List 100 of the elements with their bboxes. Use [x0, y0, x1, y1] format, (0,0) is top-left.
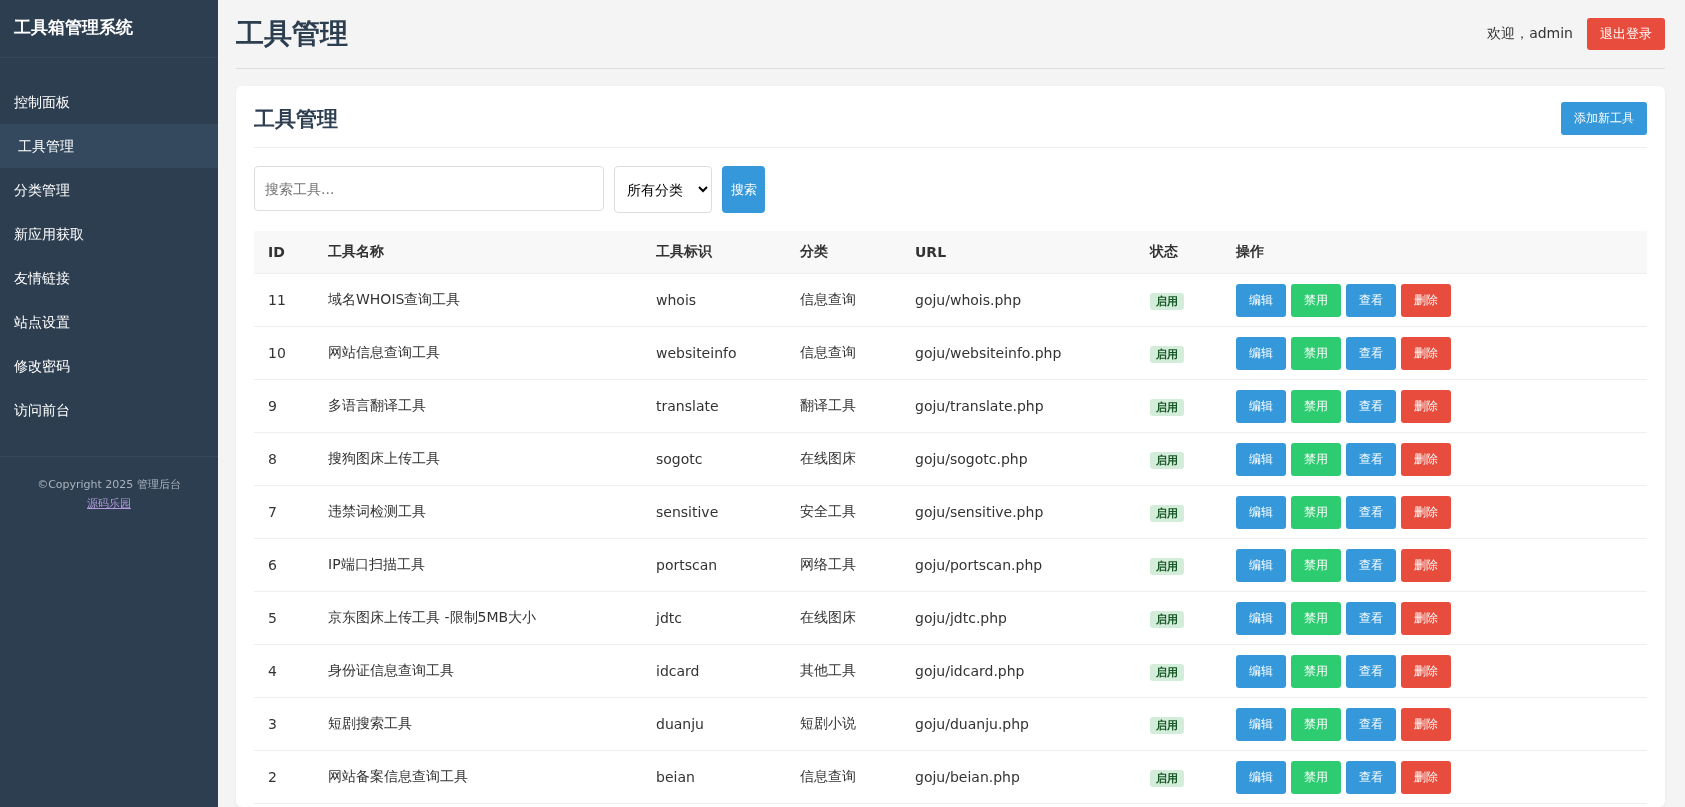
view-button[interactable]: 查看 [1346, 548, 1396, 582]
sidebar-item[interactable]: 分类管理 [0, 168, 218, 212]
table-cell: translate [642, 379, 786, 433]
view-button[interactable]: 查看 [1346, 495, 1396, 529]
table-cell: portscan [642, 538, 786, 592]
table-cell: 11 [254, 273, 314, 327]
table-cell: 京东图床上传工具 -限制5MB大小 [314, 591, 642, 645]
table-cell: 5 [254, 591, 314, 645]
view-button[interactable]: 查看 [1346, 707, 1396, 741]
sidebar-item[interactable]: 友情链接 [0, 256, 218, 300]
add-tool-button[interactable]: 添加新工具 [1561, 102, 1647, 135]
table-cell: 信息查询 [786, 273, 901, 327]
table-cell: 翻译工具 [786, 379, 901, 433]
toggle-button[interactable]: 禁用 [1291, 336, 1341, 370]
table-cell: goju/idcard.php [901, 644, 1136, 698]
table-cell: 2 [254, 750, 314, 804]
toggle-button[interactable]: 禁用 [1291, 495, 1341, 529]
edit-button[interactable]: 编辑 [1236, 495, 1286, 529]
toggle-button[interactable]: 禁用 [1291, 442, 1341, 476]
table-cell: 域名WHOIS查询工具 [314, 273, 642, 327]
table-cell: goju/sogotc.php [901, 432, 1136, 486]
view-button[interactable]: 查看 [1346, 760, 1396, 794]
edit-button[interactable]: 编辑 [1236, 760, 1286, 794]
column-header: URL [901, 231, 1136, 274]
table-cell: 3 [254, 697, 314, 751]
column-header: 操作 [1222, 231, 1647, 274]
search-button[interactable]: 搜索 [722, 166, 765, 213]
toggle-button[interactable]: 禁用 [1291, 654, 1341, 688]
delete-button[interactable]: 删除 [1401, 707, 1451, 741]
table-cell: 违禁词检测工具 [314, 485, 642, 539]
edit-button[interactable]: 编辑 [1236, 548, 1286, 582]
view-button[interactable]: 查看 [1346, 654, 1396, 688]
delete-button[interactable]: 删除 [1401, 336, 1451, 370]
delete-button[interactable]: 删除 [1401, 654, 1451, 688]
delete-button[interactable]: 删除 [1401, 283, 1451, 317]
table-cell: sogotc [642, 432, 786, 486]
toggle-button[interactable]: 禁用 [1291, 601, 1341, 635]
table-cell: 网站信息查询工具 [314, 326, 642, 380]
table-cell: 短剧小说 [786, 697, 901, 751]
table-cell: goju/sensitive.php [901, 485, 1136, 539]
status-badge: 启用 [1150, 504, 1184, 522]
table-cell: 4 [254, 644, 314, 698]
edit-button[interactable]: 编辑 [1236, 442, 1286, 476]
view-button[interactable]: 查看 [1346, 389, 1396, 423]
table-cell: goju/translate.php [901, 379, 1136, 433]
search-field[interactable]: 搜索工具... [254, 166, 604, 211]
table-cell: goju/whois.php [901, 273, 1136, 327]
delete-button[interactable]: 删除 [1401, 548, 1451, 582]
sidebar-item[interactable]: 控制面板 [0, 80, 218, 124]
edit-button[interactable]: 编辑 [1236, 601, 1286, 635]
edit-button[interactable]: 编辑 [1236, 336, 1286, 370]
copyright-text: ©Copyright 2025 管理后台 [37, 477, 181, 492]
view-button[interactable]: 查看 [1346, 601, 1396, 635]
edit-button[interactable]: 编辑 [1236, 389, 1286, 423]
table-cell: 网站备案信息查询工具 [314, 750, 642, 804]
welcome-text: 欢迎，admin [1487, 25, 1573, 43]
table-cell: 信息查询 [786, 750, 901, 804]
table-cell: 在线图床 [786, 591, 901, 645]
sidebar-item[interactable]: 站点设置 [0, 300, 218, 344]
sidebar-item[interactable]: 工具管理 [0, 124, 218, 168]
sidebar-item[interactable]: 访问前台 [0, 388, 218, 432]
toggle-button[interactable]: 禁用 [1291, 548, 1341, 582]
table-cell: whois [642, 273, 786, 327]
footer-link[interactable]: 源码乐园 [87, 496, 131, 511]
logout-button[interactable]: 退出登录 [1587, 18, 1665, 50]
table-cell: 安全工具 [786, 485, 901, 539]
toggle-button[interactable]: 禁用 [1291, 389, 1341, 423]
toggle-button[interactable]: 禁用 [1291, 707, 1341, 741]
delete-button[interactable]: 删除 [1401, 389, 1451, 423]
toggle-button[interactable]: 禁用 [1291, 283, 1341, 317]
table-cell: 短剧搜索工具 [314, 697, 642, 751]
status-badge: 启用 [1150, 769, 1184, 787]
table-cell: 9 [254, 379, 314, 433]
delete-button[interactable]: 删除 [1401, 760, 1451, 794]
table-cell: goju/portscan.php [901, 538, 1136, 592]
edit-button[interactable]: 编辑 [1236, 654, 1286, 688]
edit-button[interactable]: 编辑 [1236, 707, 1286, 741]
view-button[interactable]: 查看 [1346, 283, 1396, 317]
column-header: 工具名称 [314, 231, 642, 274]
table-cell: 8 [254, 432, 314, 486]
toggle-button[interactable]: 禁用 [1291, 760, 1341, 794]
table-cell: 信息查询 [786, 326, 901, 380]
delete-button[interactable]: 删除 [1401, 495, 1451, 529]
table-cell: beian [642, 750, 786, 804]
delete-button[interactable]: 删除 [1401, 442, 1451, 476]
view-button[interactable]: 查看 [1346, 442, 1396, 476]
delete-button[interactable]: 删除 [1401, 601, 1451, 635]
view-button[interactable]: 查看 [1346, 336, 1396, 370]
status-badge: 启用 [1150, 610, 1184, 628]
category-select[interactable]: 所有分类 [614, 166, 712, 213]
edit-button[interactable]: 编辑 [1236, 283, 1286, 317]
status-badge: 启用 [1150, 557, 1184, 575]
table-cell: goju/duanju.php [901, 697, 1136, 751]
status-badge: 启用 [1150, 716, 1184, 734]
table-cell: 多语言翻译工具 [314, 379, 642, 433]
page-title: 工具管理 [236, 16, 348, 52]
table-cell: goju/websiteinfo.php [901, 326, 1136, 380]
sidebar-item[interactable]: 修改密码 [0, 344, 218, 388]
table-cell: jdtc [642, 591, 786, 645]
sidebar-item[interactable]: 新应用获取 [0, 212, 218, 256]
